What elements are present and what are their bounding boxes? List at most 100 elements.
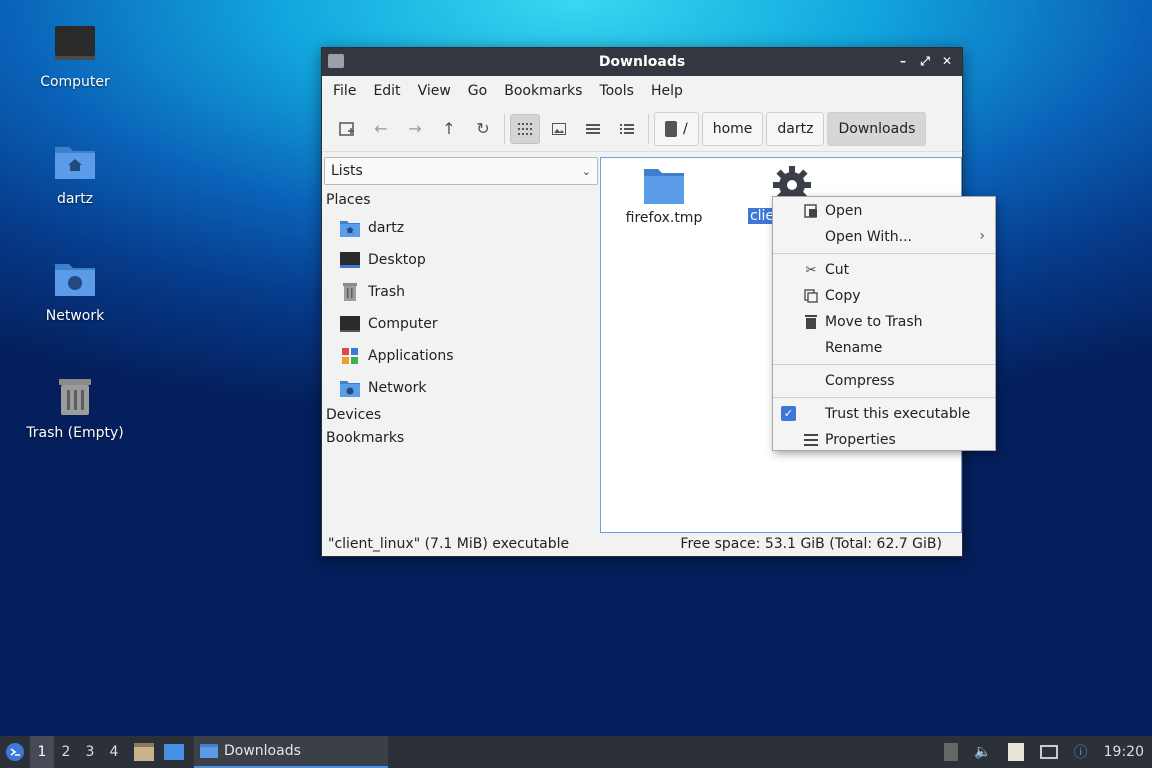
sidebar-item-trash[interactable]: Trash [322, 276, 600, 308]
network-folder-icon [340, 379, 360, 397]
checkbox-checked-icon[interactable]: ✓ [781, 406, 796, 421]
menu-edit[interactable]: Edit [366, 83, 407, 99]
menu-item-label: Properties [825, 432, 896, 448]
menu-bookmarks[interactable]: Bookmarks [497, 83, 589, 99]
menu-separator [773, 397, 995, 398]
menu-separator [773, 364, 995, 365]
menu-help[interactable]: Help [644, 83, 690, 99]
clock[interactable]: 19:20 [1104, 744, 1144, 760]
bookmarks-header[interactable]: Bookmarks [322, 427, 600, 450]
menu-item-label: Compress [825, 373, 895, 389]
sidebar-item-label: Desktop [368, 252, 426, 268]
copy-icon [803, 288, 819, 304]
menu-item-label: Copy [825, 288, 861, 304]
sidebar-item-label: Applications [368, 348, 454, 364]
menu-go[interactable]: Go [461, 83, 494, 99]
back-icon[interactable]: ← [366, 114, 396, 144]
trash-icon [51, 373, 99, 421]
menu-item-properties[interactable]: Properties [773, 427, 995, 453]
sidebar-item-label: Network [368, 380, 427, 396]
menu-item-compress[interactable]: Compress [773, 368, 995, 394]
workspace-4[interactable]: 4 [102, 744, 126, 760]
window-titlebar[interactable]: Downloads – ⤢ ✕ [322, 48, 962, 76]
taskbar: 1 2 3 4 Downloads 🔈 ⓘ 19:20 [0, 736, 1152, 768]
breadcrumb-downloads[interactable]: Downloads [827, 111, 927, 146]
task-downloads[interactable]: Downloads [194, 736, 388, 768]
file-item-firefox-tmp[interactable]: firefox.tmp [621, 166, 707, 226]
breadcrumb-root-label: / [683, 120, 688, 137]
desktop-icon-trash[interactable]: Trash (Empty) [10, 373, 140, 441]
places-header[interactable]: Places [322, 189, 600, 212]
sidebar-item-dartz[interactable]: dartz [322, 212, 600, 244]
desktop-icon-computer[interactable]: Computer [10, 22, 140, 90]
icon-view-icon[interactable] [510, 113, 540, 144]
workspace-1[interactable]: 1 [30, 736, 54, 768]
update-notification-icon[interactable]: ⓘ [1074, 742, 1088, 762]
breadcrumb-root[interactable]: / [654, 111, 699, 146]
tray-arrow-icon[interactable] [944, 743, 959, 761]
breadcrumb-dartz[interactable]: dartz [766, 111, 825, 146]
menu-item-move-to-trash[interactable]: Move to Trash [773, 309, 995, 335]
maximize-icon[interactable]: ⤢ [916, 52, 934, 70]
reload-icon[interactable]: ↻ [468, 114, 498, 144]
sidebar-item-computer[interactable]: Computer [322, 308, 600, 340]
menu-file[interactable]: File [326, 83, 363, 99]
menu-item-label: Open [825, 203, 863, 219]
sidebar-item-applications[interactable]: Applications [322, 340, 600, 372]
desktop-icon-label: Network [45, 308, 105, 324]
workspace-2[interactable]: 2 [54, 744, 78, 760]
volume-icon[interactable]: 🔈 [974, 744, 991, 760]
desktop-icon-dartz[interactable]: dartz [10, 139, 140, 207]
trash-icon [803, 314, 819, 330]
start-menu-icon[interactable] [0, 736, 30, 768]
trash-icon [340, 283, 360, 301]
menu-item-cut[interactable]: ✂ Cut [773, 257, 995, 283]
sidebar-item-network[interactable]: Network [322, 372, 600, 404]
up-icon[interactable]: ↑ [434, 114, 464, 144]
menu-item-copy[interactable]: Copy [773, 283, 995, 309]
desktop-icon-label: Trash (Empty) [26, 425, 124, 441]
menu-item-label: Rename [825, 340, 883, 356]
system-tray: 🔈 ⓘ 19:20 [936, 736, 1152, 768]
desktop-icon-network[interactable]: Network [10, 256, 140, 324]
folder-icon [200, 744, 218, 758]
menu-item-label: Cut [825, 262, 850, 278]
applications-icon [340, 347, 360, 365]
devices-header[interactable]: Devices [322, 404, 600, 427]
minimize-icon[interactable]: – [894, 52, 912, 70]
menu-item-open-with[interactable]: Open With... › [773, 224, 995, 250]
toolbar-separator [648, 113, 649, 144]
chevron-right-icon: › [979, 228, 985, 244]
sidebar-item-label: Computer [368, 316, 438, 332]
close-icon[interactable]: ✕ [938, 52, 956, 70]
menu-item-trust-executable[interactable]: ✓ Trust this executable [773, 401, 995, 427]
desktop-icon [340, 251, 360, 269]
menu-item-label: Move to Trash [825, 314, 923, 330]
file-manager-launcher-icon[interactable] [134, 743, 154, 761]
sidebar-item-label: dartz [368, 220, 405, 236]
menu-item-rename[interactable]: Rename [773, 335, 995, 361]
desktop-icon-label: Computer [40, 74, 110, 90]
breadcrumb-home[interactable]: home [701, 111, 764, 146]
network-monitor-icon[interactable] [1039, 745, 1058, 759]
home-folder-icon [340, 219, 360, 237]
new-tab-icon[interactable] [332, 114, 362, 144]
forward-icon[interactable]: → [400, 114, 430, 144]
sidebar-item-desktop[interactable]: Desktop [322, 244, 600, 276]
computer-icon [51, 22, 99, 70]
clipboard-icon[interactable] [1007, 743, 1024, 761]
workspace-3[interactable]: 3 [78, 744, 102, 760]
show-desktop-icon[interactable] [164, 744, 184, 760]
properties-icon [803, 432, 819, 448]
chevron-down-icon: ⌄ [581, 164, 591, 178]
menu-tools[interactable]: Tools [592, 83, 641, 99]
toolbar: ← → ↑ ↻ / home dartz Downloads [322, 106, 962, 152]
context-menu: Open Open With... › ✂ Cut Copy Move to T… [772, 196, 996, 451]
menu-item-open[interactable]: Open [773, 198, 995, 224]
menu-view[interactable]: View [411, 83, 458, 99]
thumbnail-view-icon[interactable] [544, 114, 574, 144]
menu-item-label: Trust this executable [825, 406, 971, 422]
compact-view-icon[interactable] [578, 114, 608, 144]
detailed-list-icon[interactable] [612, 114, 642, 144]
side-pane-mode-select[interactable]: Lists ⌄ [324, 157, 598, 185]
